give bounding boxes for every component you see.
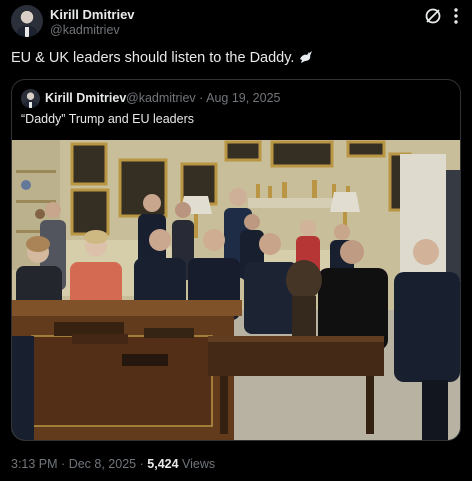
quoted-text: “Daddy” Trump and EU leaders [21, 112, 194, 126]
dove-icon [300, 51, 313, 63]
quoted-date[interactable]: Aug 19, 2025 [206, 91, 280, 105]
grok-icon[interactable] [423, 6, 443, 26]
more-icon[interactable] [447, 6, 465, 26]
views-label: Views [182, 457, 216, 471]
post-text: EU & UK leaders should listen to the Dad… [11, 50, 314, 66]
quoted-author-handle[interactable]: @kadmitriev [126, 91, 196, 105]
quoted-author-name[interactable]: Kirill Dmitriev [45, 91, 126, 105]
views-count[interactable]: 5,424 [147, 457, 178, 471]
post-date[interactable]: Dec 8, 2025 [69, 457, 136, 471]
avatar-shirt-shape [25, 27, 29, 37]
meta-separator: · [199, 91, 204, 105]
footer-separator: · [139, 457, 144, 471]
author-handle[interactable]: @kadmitriev [50, 23, 120, 37]
quoted-post-card[interactable]: Kirill Dmitriev @kadmitriev · Aug 19, 20… [11, 79, 461, 441]
post-footer: 3:13 PM · Dec 8, 2025 · 5,424 Views [11, 457, 215, 471]
footer-separator: · [61, 457, 66, 471]
post-text-content: EU & UK leaders should listen to the Dad… [11, 50, 295, 66]
post-time[interactable]: 3:13 PM [11, 457, 58, 471]
quoted-author-avatar[interactable] [21, 89, 40, 108]
author-avatar[interactable] [11, 5, 43, 37]
quoted-photo[interactable] [12, 140, 461, 441]
avatar-shirt-shape [29, 102, 32, 108]
quoted-meta: @kadmitriev · Aug 19, 2025 [126, 91, 280, 105]
author-name[interactable]: Kirill Dmitriev [50, 7, 135, 22]
